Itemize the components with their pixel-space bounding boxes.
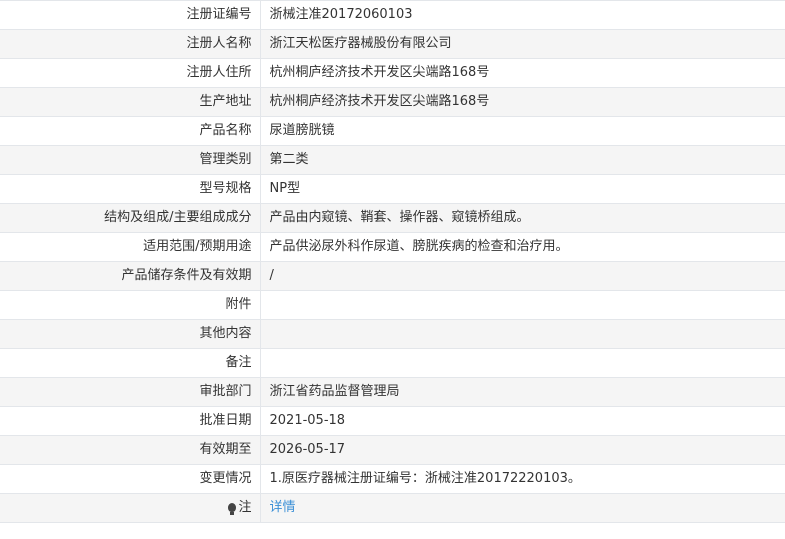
table-row: 附件 [0,290,785,320]
field-value: 杭州桐庐经济技术开发区尖端路168号 [260,87,785,117]
note-label-cell: 注 [0,493,261,523]
table-row: 注册人住所 杭州桐庐经济技术开发区尖端路168号 [0,58,785,88]
field-value: NP型 [260,174,785,204]
table-row: 产品储存条件及有效期 / [0,261,785,291]
table-row: 产品名称 尿道膀胱镜 [0,116,785,146]
field-label: 注册人住所 [0,58,261,88]
field-label: 注册人名称 [0,29,261,59]
table-row: 结构及组成/主要组成成分 产品由内窥镜、鞘套、操作器、窥镜桥组成。 [0,203,785,233]
field-value: 2026-05-17 [260,435,785,465]
note-label: 注 [238,500,252,515]
table-row: 审批部门 浙江省药品监督管理局 [0,377,785,407]
field-label: 产品储存条件及有效期 [0,261,261,291]
table-row: 其他内容 [0,319,785,349]
field-value: 尿道膀胱镜 [260,116,785,146]
field-value: 第二类 [260,145,785,175]
field-value: 浙械注准20172060103 [260,1,785,30]
field-value: 浙江省药品监督管理局 [260,377,785,407]
field-label: 型号规格 [0,174,261,204]
field-label: 结构及组成/主要组成成分 [0,203,261,233]
field-value: 浙江天松医疗器械股份有限公司 [260,29,785,59]
field-value: 2021-05-18 [260,406,785,436]
field-label: 产品名称 [0,116,261,146]
field-value [260,319,785,349]
field-label: 备注 [0,348,261,378]
table-row: 管理类别 第二类 [0,145,785,175]
field-value [260,348,785,378]
field-label: 其他内容 [0,319,261,349]
field-label: 审批部门 [0,377,261,407]
registration-detail-sheet: 注册证编号 浙械注准20172060103 注册人名称 浙江天松医疗器械股份有限… [0,0,785,539]
field-value: 产品供泌尿外科作尿道、膀胱疾病的检查和治疗用。 [260,232,785,262]
table-row: 备注 [0,348,785,378]
field-value: 杭州桐庐经济技术开发区尖端路168号 [260,58,785,88]
table-row: 批准日期 2021-05-18 [0,406,785,436]
field-label: 生产地址 [0,87,261,117]
table-row: 型号规格 NP型 [0,174,785,204]
note-value-cell: 详情 [260,493,785,523]
table-row: 有效期至 2026-05-17 [0,435,785,465]
details-link[interactable]: 详情 [270,500,296,515]
field-value: 1.原医疗器械注册证编号：浙械注准20172220103。 [260,464,785,494]
field-label: 适用范围/预期用途 [0,232,261,262]
table-row: 注册证编号 浙械注准20172060103 [0,1,785,30]
table-row: 变更情况 1.原医疗器械注册证编号：浙械注准20172220103。 [0,464,785,494]
table-row: 注册人名称 浙江天松医疗器械股份有限公司 [0,29,785,59]
field-value [260,290,785,320]
field-label: 注册证编号 [0,1,261,30]
field-label: 变更情况 [0,464,261,494]
table-row: 生产地址 杭州桐庐经济技术开发区尖端路168号 [0,87,785,117]
registration-detail-table: 注册证编号 浙械注准20172060103 注册人名称 浙江天松医疗器械股份有限… [0,1,785,523]
table-row: 适用范围/预期用途 产品供泌尿外科作尿道、膀胱疾病的检查和治疗用。 [0,232,785,262]
note-row: 注 详情 [0,493,785,523]
lightbulb-icon [228,503,237,515]
field-label: 管理类别 [0,145,261,175]
field-label: 附件 [0,290,261,320]
field-value: / [260,261,785,291]
field-label: 批准日期 [0,406,261,436]
field-value: 产品由内窥镜、鞘套、操作器、窥镜桥组成。 [260,203,785,233]
field-label: 有效期至 [0,435,261,465]
